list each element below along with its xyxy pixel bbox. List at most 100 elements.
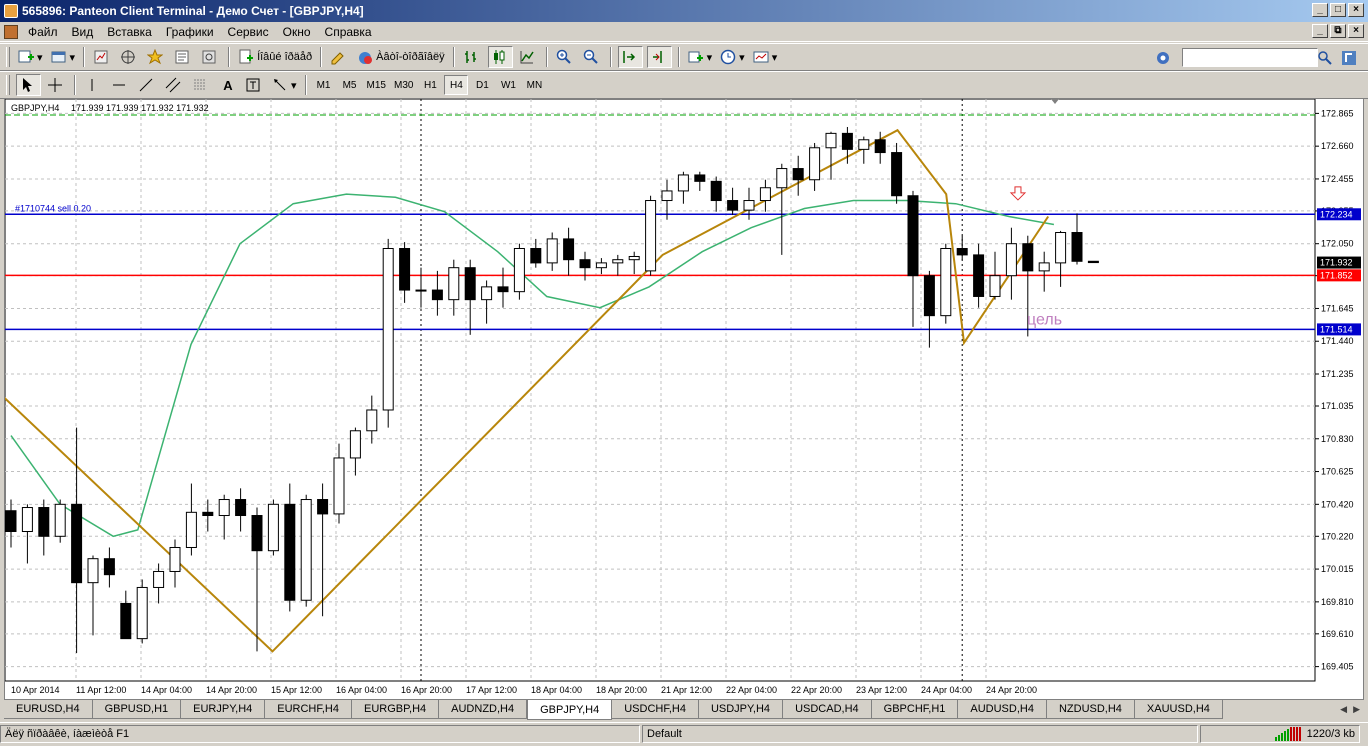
x-tick-label: 14 Apr 04:00	[141, 685, 192, 695]
timeframe-m5[interactable]: M5	[338, 75, 362, 95]
tab-xauusd-h4[interactable]: XAUUSD,H4	[1134, 700, 1223, 719]
tab-audusd-h4[interactable]: AUDUSD,H4	[958, 700, 1047, 719]
tab-eurchf-h4[interactable]: EURCHF,H4	[265, 700, 352, 719]
fibonacci-icon	[194, 79, 206, 90]
new-order-button[interactable]: Íîâûé îðäåð	[236, 46, 314, 68]
meta-editor-button[interactable]	[328, 46, 351, 68]
y-tick-label: 171.035	[1321, 401, 1354, 411]
price-chart[interactable]: 172.865172.660172.455172.255172.050171.8…	[5, 99, 1363, 699]
community-button[interactable]	[1339, 47, 1362, 69]
periods-button[interactable]: ▾	[718, 46, 747, 68]
zoom-out-button[interactable]	[581, 46, 604, 68]
close-button[interactable]: ×	[1348, 3, 1364, 17]
bear-candle	[71, 503, 83, 584]
mdi-restore-button[interactable]: ⧉	[1330, 24, 1346, 38]
bear-candle	[5, 510, 17, 533]
tab-eurusd-h4[interactable]: EURUSD,H4	[4, 700, 93, 719]
crosshair-tool-button[interactable]	[45, 74, 68, 96]
tab-gbpchf-h1[interactable]: GBPCHF,H1	[871, 700, 959, 719]
chart-shift-button[interactable]	[646, 46, 672, 68]
tab-nzdusd-h4[interactable]: NZDUSD,H4	[1046, 700, 1135, 719]
templates-icon	[753, 51, 769, 63]
bull-candle	[759, 187, 771, 202]
search-button[interactable]	[1315, 47, 1338, 69]
mdi-close-button[interactable]: ×	[1348, 24, 1364, 38]
options-button[interactable]	[1153, 47, 1176, 69]
profiles-button[interactable]: ▾	[49, 46, 78, 68]
search-input[interactable]	[1182, 48, 1318, 67]
auto-trading-button[interactable]: Àâòî-òîðãîâëÿ	[355, 46, 447, 68]
tab-gbpjpy-h4[interactable]: GBPJPY,H4	[527, 700, 613, 720]
timeframe-h1[interactable]: H1	[418, 75, 442, 95]
tester-icon	[202, 50, 216, 64]
zoom-in-icon	[556, 49, 571, 64]
arrows-button[interactable]: ▾	[270, 74, 299, 96]
menu-view[interactable]: Вид	[65, 25, 101, 39]
bar-chart-button[interactable]	[461, 46, 484, 68]
trendline-icon	[139, 78, 153, 92]
auto-scroll-button[interactable]	[617, 46, 643, 68]
timeframe-h4[interactable]: H4	[444, 75, 469, 95]
line-chart-button[interactable]	[517, 46, 540, 68]
bear-candle	[923, 275, 935, 317]
text-tool-button[interactable]: A	[217, 74, 239, 96]
tab-eurgbp-h4[interactable]: EURGBP,H4	[352, 700, 440, 719]
templates-button[interactable]: ▾	[751, 46, 780, 68]
terminal-button[interactable]	[172, 46, 195, 68]
tab-usdcad-h4[interactable]: USDCAD,H4	[783, 700, 872, 719]
indicators-button[interactable]: ▾	[686, 46, 715, 68]
maximize-button[interactable]: □	[1330, 3, 1346, 17]
bear-candle	[874, 139, 886, 154]
minimize-button[interactable]: _	[1312, 3, 1328, 17]
new-order-label: Íîâûé îðäåð	[257, 51, 313, 63]
tab-scroll-right-icon[interactable]: ▶	[1353, 704, 1360, 715]
tester-button[interactable]	[199, 46, 222, 68]
equidistant-channel-button[interactable]	[163, 74, 186, 96]
y-tick-label: 171.440	[1321, 336, 1354, 346]
horizontal-line-button[interactable]	[109, 74, 132, 96]
x-tick-label: 22 Apr 20:00	[791, 685, 842, 695]
text-label-button[interactable]	[243, 74, 266, 96]
timeframe-m1[interactable]: M1	[312, 75, 336, 95]
mdi-minimize-button[interactable]: _	[1312, 24, 1328, 38]
fibonacci-button[interactable]	[190, 74, 213, 96]
zoom-out-icon	[583, 49, 598, 64]
x-tick-label: 17 Apr 12:00	[466, 685, 517, 695]
new-chart-button[interactable]: ▾	[16, 46, 45, 68]
menu-window[interactable]: Окно	[276, 25, 318, 39]
timeframe-mn[interactable]: MN	[522, 75, 546, 95]
market-watch-button[interactable]	[91, 46, 114, 68]
timeframe-w1[interactable]: W1	[496, 75, 520, 95]
tab-usdchf-h4[interactable]: USDCHF,H4	[612, 700, 699, 719]
menu-charts[interactable]: Графики	[159, 25, 221, 39]
zoom-in-button[interactable]	[554, 46, 577, 68]
menu-tools[interactable]: Сервис	[221, 25, 276, 39]
status-bar: Äëÿ ñïðàâêè, íàæìèòå F1 Default 1220/3 k…	[0, 722, 1368, 744]
menu-insert[interactable]: Вставка	[100, 25, 159, 39]
tab-scroll-left-icon[interactable]: ◀	[1340, 704, 1347, 715]
tab-gbpusd-h1[interactable]: GBPUSD,H1	[92, 700, 182, 719]
menu-file[interactable]: Файл	[21, 25, 65, 39]
tab-audnzd-h4[interactable]: AUDNZD,H4	[439, 700, 528, 719]
price-label: 172.234	[1320, 209, 1353, 219]
tab-usdjpy-h4[interactable]: USDJPY,H4	[698, 700, 784, 719]
profiles-icon	[51, 51, 66, 63]
bull-candle	[415, 289, 427, 292]
data-window-button[interactable]	[145, 46, 168, 68]
bear-candle	[1071, 232, 1083, 262]
bar-chart-icon	[464, 51, 476, 63]
navigator-button[interactable]	[118, 46, 141, 68]
chart-window[interactable]: 172.865172.660172.455172.255172.050171.8…	[4, 98, 1364, 700]
candlestick-chart-button[interactable]	[487, 46, 513, 68]
x-tick-label: 21 Apr 12:00	[661, 685, 712, 695]
cursor-tool-button[interactable]	[16, 74, 41, 96]
vertical-line-button[interactable]	[82, 74, 105, 96]
timeframe-m15[interactable]: M15	[364, 75, 389, 95]
bear-candle	[973, 254, 985, 297]
trendline-button[interactable]	[136, 74, 159, 96]
timeframe-d1[interactable]: D1	[470, 75, 494, 95]
timeframe-m30[interactable]: M30	[391, 75, 416, 95]
menu-help[interactable]: Справка	[318, 25, 379, 39]
bear-candle	[727, 200, 739, 211]
tab-eurjpy-h4[interactable]: EURJPY,H4	[181, 700, 266, 719]
